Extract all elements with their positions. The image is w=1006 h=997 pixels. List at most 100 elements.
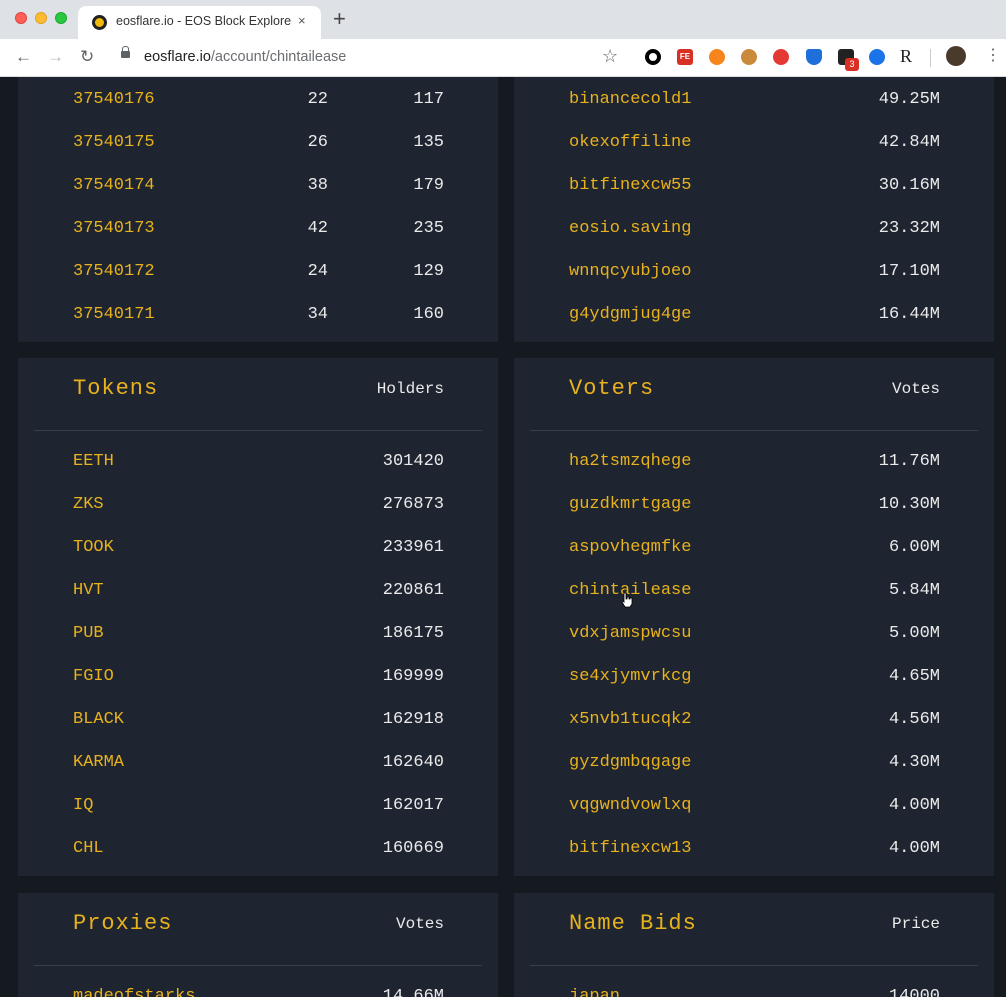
voters-divider <box>530 430 978 431</box>
voter-votes: 11.76M <box>878 452 940 471</box>
tokens-divider <box>34 430 482 431</box>
block-number-link[interactable]: 37540175 <box>73 133 155 152</box>
tokens-column-header: Holders <box>376 380 444 398</box>
token-link[interactable]: ZKS <box>73 495 104 514</box>
voter-votes: 10.30M <box>878 495 940 514</box>
account-value: 16.44M <box>878 305 940 324</box>
voter-link[interactable]: se4xjymvrkcg <box>569 667 691 686</box>
token-link[interactable]: EETH <box>73 452 114 471</box>
block-cell: 22 <box>307 90 328 109</box>
new-tab-button[interactable]: + <box>333 8 346 30</box>
url-host: eosflare.io <box>144 49 211 65</box>
voter-votes: 4.65M <box>888 667 940 686</box>
lock-icon <box>121 46 130 58</box>
token-link[interactable]: HVT <box>73 581 104 600</box>
y-extension-icon[interactable] <box>806 49 822 65</box>
block-number-link[interactable]: 37540176 <box>73 90 155 109</box>
account-link[interactable]: okexoffiline <box>569 133 691 152</box>
metamask-fox-icon[interactable] <box>709 49 725 65</box>
account-link[interactable]: eosio.saving <box>569 219 691 238</box>
token-link[interactable]: IQ <box>73 796 93 815</box>
hand-cursor-icon <box>621 592 633 608</box>
voters-column-header: Votes <box>891 380 940 398</box>
voter-link[interactable]: vdxjamspwcsu <box>569 624 691 643</box>
token-holders: 162918 <box>382 710 444 729</box>
voter-votes: 4.00M <box>888 839 940 858</box>
token-holders: 160669 <box>382 839 444 858</box>
accounts-card: binancecold1 49.25M okexoffiline 42.84M … <box>514 77 994 342</box>
token-link[interactable]: PUB <box>73 624 104 643</box>
name-bids-column-header: Price <box>891 915 940 933</box>
voter-votes: 6.00M <box>888 538 940 557</box>
browser-tab-bar: eosflare.io - EOS Block Explorer × + <box>0 0 1006 39</box>
minimize-window-button[interactable] <box>35 12 47 24</box>
blue-extension-icon[interactable] <box>869 49 885 65</box>
token-link[interactable]: BLACK <box>73 710 124 729</box>
proxy-link[interactable]: madeofstarks <box>73 987 195 997</box>
account-value: 49.25M <box>878 90 940 109</box>
voter-link[interactable]: vqgwndvowlxq <box>569 796 691 815</box>
voter-link[interactable]: aspovhegmfke <box>569 538 691 557</box>
address-bar[interactable]: eosflare.io/account/chintailease <box>144 49 346 65</box>
token-holders: 169999 <box>382 667 444 686</box>
token-link[interactable]: KARMA <box>73 753 124 772</box>
account-value: 17.10M <box>878 262 940 281</box>
voter-link[interactable]: bitfinexcw13 <box>569 839 691 858</box>
fe-extension-icon[interactable]: FE <box>677 49 693 65</box>
cookie-icon[interactable] <box>741 49 757 65</box>
block-number-link[interactable]: 37540173 <box>73 219 155 238</box>
block-cell: 129 <box>413 262 444 281</box>
account-link[interactable]: binancecold1 <box>569 90 691 109</box>
account-value: 42.84M <box>878 133 940 152</box>
block-number-link[interactable]: 37540174 <box>73 176 155 195</box>
close-window-button[interactable] <box>15 12 27 24</box>
maximize-window-button[interactable] <box>55 12 67 24</box>
voter-link[interactable]: x5nvb1tucqk2 <box>569 710 691 729</box>
account-value: 23.32M <box>878 219 940 238</box>
block-cell: 34 <box>307 305 328 324</box>
block-number-link[interactable]: 37540171 <box>73 305 155 324</box>
token-holders: 162017 <box>382 796 444 815</box>
block-cell: 160 <box>413 305 444 324</box>
extension-badge: 3 <box>845 58 859 71</box>
block-cell: 38 <box>307 176 328 195</box>
token-holders: 233961 <box>382 538 444 557</box>
token-link[interactable]: TOOK <box>73 538 114 557</box>
account-link[interactable]: g4ydgmjug4ge <box>569 305 691 324</box>
voter-link[interactable]: guzdkmrtgage <box>569 495 691 514</box>
browser-menu-icon[interactable]: ⋮ <box>985 46 1001 66</box>
proxies-card: Proxies Votes madeofstarks 14.66M <box>18 893 498 997</box>
forward-icon[interactable]: → <box>47 47 64 67</box>
bookmark-star-icon[interactable]: ☆ <box>602 46 618 67</box>
back-icon[interactable]: ← <box>15 47 32 67</box>
account-link[interactable]: bitfinexcw55 <box>569 176 691 195</box>
tokens-title: Tokens <box>73 376 159 401</box>
token-link[interactable]: FGIO <box>73 667 114 686</box>
page-content: 37540176 22 117 37540175 26 135 37540174… <box>0 77 1006 997</box>
reload-icon[interactable]: ↻ <box>80 47 94 67</box>
block-cell: 117 <box>413 90 444 109</box>
block-cell: 42 <box>307 219 328 238</box>
block-cell: 24 <box>307 262 328 281</box>
voter-link[interactable]: ha2tsmzqhege <box>569 452 691 471</box>
name-bids-card: Name Bids Price japan 14000 <box>514 893 994 997</box>
voter-votes: 4.00M <box>888 796 940 815</box>
tab-close-icon[interactable]: × <box>298 13 306 28</box>
toolbar-separator <box>930 49 931 67</box>
account-value: 30.16M <box>878 176 940 195</box>
browser-toolbar: ← → ↻ eosflare.io/account/chintailease ☆… <box>0 39 1006 77</box>
circle-extension-icon[interactable] <box>645 49 661 65</box>
voter-link[interactable]: gyzdgmbqgage <box>569 753 691 772</box>
r-extension-icon[interactable]: R <box>900 46 912 67</box>
name-bid-link[interactable]: japan <box>569 987 620 997</box>
block-number-link[interactable]: 37540172 <box>73 262 155 281</box>
name-bids-title: Name Bids <box>569 911 697 936</box>
eosflare-favicon-icon <box>92 15 107 30</box>
voters-card: Voters Votes ha2tsmzqhege 11.76M guzdkmr… <box>514 358 994 876</box>
voter-votes: 5.00M <box>888 624 940 643</box>
browser-tab[interactable]: eosflare.io - EOS Block Explorer × <box>78 6 321 39</box>
red-swirl-extension-icon[interactable] <box>773 49 789 65</box>
token-link[interactable]: CHL <box>73 839 104 858</box>
profile-avatar[interactable] <box>946 46 966 66</box>
account-link[interactable]: wnnqcyubjoeo <box>569 262 691 281</box>
